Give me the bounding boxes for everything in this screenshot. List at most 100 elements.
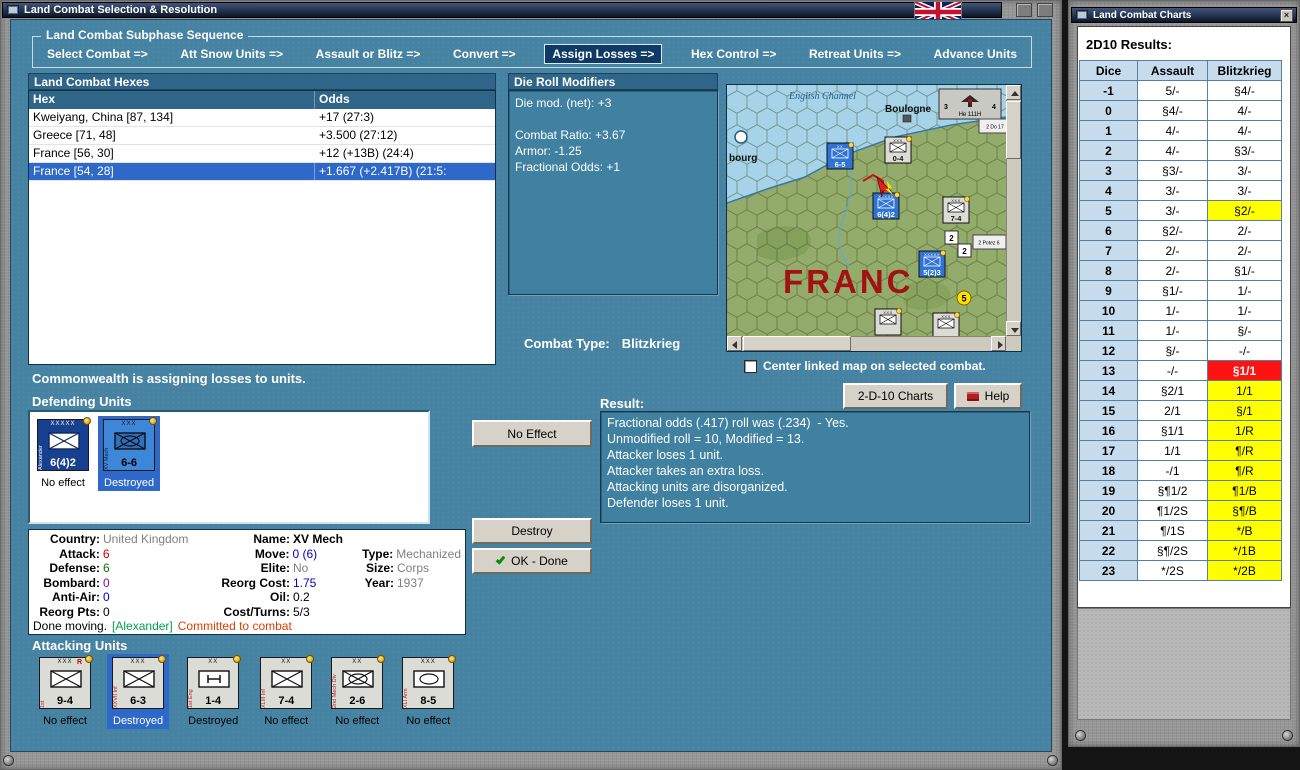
dice-cell: 2/- [1207, 220, 1282, 241]
charts-titlebar[interactable]: Land Combat Charts [1071, 7, 1297, 23]
dice-cell: 3/- [1207, 180, 1282, 201]
sequence-step[interactable]: Advance Units [930, 45, 1021, 63]
dice-cell: §2/1 [1137, 380, 1208, 401]
dice-cell: 2/1 [1137, 400, 1208, 421]
dice-cell: §1/1 [1137, 420, 1208, 441]
scroll-down-button[interactable] [1006, 321, 1021, 336]
dice-cell: 4/- [1207, 100, 1282, 121]
dice-cell: 2/- [1137, 240, 1208, 261]
dice-cell: */2B [1207, 560, 1282, 581]
unit-alexander[interactable]: XXXXX Alexander 6(4)2 No effect [34, 416, 92, 491]
dice-row: 6 §2/- 2/- [1079, 220, 1282, 241]
charts-close-button[interactable]: × [1280, 9, 1293, 22]
dice-cell: -/- [1137, 360, 1208, 381]
h-scroll-thumb[interactable] [743, 336, 851, 351]
inf-symbol-icon [123, 670, 155, 688]
sequence-steps: Select Combat => Att Snow Units => Assault… [33, 37, 1031, 67]
dice-row: 4 3/- 3/- [1079, 180, 1282, 201]
scrollbar-corner [1006, 336, 1021, 351]
dice-cell: 2/- [1207, 240, 1282, 261]
scroll-right-button[interactable] [991, 336, 1006, 351]
unit-xli-arm[interactable]: XXX XLI Arm 8-5 No effect [399, 654, 457, 729]
sequence-step[interactable]: Retreat Units => [805, 45, 905, 63]
frame-button-right[interactable] [1037, 3, 1053, 17]
svg-text:XXXXX: XXXXX [924, 252, 940, 257]
hex-table-row[interactable]: France [54, 28] +1.667 (+2.417B) (21:5: [29, 163, 495, 181]
detail-value: 0 [103, 590, 110, 604]
dice-cell: 3/- [1137, 180, 1208, 201]
detail-label: Cost/Turns: [223, 604, 290, 619]
detail-value: 5/3 [293, 604, 310, 619]
dice-cell: */B [1207, 520, 1282, 541]
dice-cell: 15 [1079, 400, 1138, 421]
unit-strength-value: 2-6 [349, 695, 366, 707]
modifier-line: Armor: -1.25 [515, 144, 582, 158]
scroll-up-button[interactable] [1006, 85, 1021, 100]
dice-cell: ¶1/B [1207, 480, 1282, 501]
destroy-button[interactable]: Destroy [472, 518, 592, 544]
sequence-step[interactable]: Hex Control => [687, 45, 780, 63]
detail-label: Country: [50, 532, 100, 546]
result-line: Attacking units are disorganized. [607, 480, 788, 494]
unit-xv-mech[interactable]: XXX XV Mech 6-6 Destroyed [98, 416, 161, 491]
2d10-charts-button[interactable]: 2-D-10 Charts [843, 383, 948, 409]
dice-row: 19 §¶1/2 ¶1/B [1079, 480, 1282, 501]
svg-text:0-4: 0-4 [893, 154, 905, 163]
bolt-decoration [1283, 731, 1292, 740]
map-vertical-scrollbar[interactable] [1006, 85, 1021, 336]
v-scroll-thumb[interactable] [1006, 101, 1021, 159]
unit-1st[interactable]: XXX 1st 9-4 R No effect [36, 654, 94, 729]
unit-counter: XXX XLI Arm 8-5 [402, 655, 457, 709]
unit-1st-eng[interactable]: XX 1st Eng 1-4 Destroyed [182, 654, 244, 729]
dice-row: 16 §1/1 1/R [1079, 420, 1282, 441]
dice-cell: 1/- [1207, 300, 1282, 321]
unit-xliii-inf[interactable]: XX XLIII Inf 7-4 No effect [257, 654, 315, 729]
unit-size-label: XX [208, 659, 219, 665]
dice-cell: 1/R [1207, 420, 1282, 441]
sequence-step[interactable]: Assign Losses => [544, 44, 663, 64]
frame-button-left[interactable] [1016, 3, 1032, 17]
unit-xxvii-inf[interactable]: XXX XXVII Inf 6-3 Destroyed [107, 654, 170, 729]
combat-type: Combat Type: Blitzkrieg [524, 336, 680, 351]
detail-value: Mechanized [396, 546, 461, 561]
bolt-decoration [1048, 756, 1057, 765]
sequence-step[interactable]: Assault or Blitz => [312, 45, 425, 63]
svg-text:3: 3 [944, 104, 948, 111]
dice-row: 23 */2S */2B [1079, 560, 1282, 581]
main-titlebar[interactable]: Land Combat Selection & Resolution [2, 2, 1002, 18]
hex-table-row[interactable]: Kweiyang, China [87, 134] +17 (27:3) [29, 109, 495, 127]
ok-done-button[interactable]: OK - Done [472, 548, 592, 574]
result-title: Result: [600, 396, 645, 411]
disorganized-marker-icon [149, 417, 158, 425]
dice-cell: 1/- [1137, 300, 1208, 321]
dice-row: 22 §¶/2S */1B [1079, 540, 1282, 561]
combat-hexes-table: Hex Odds Kweiyang, China [87, 134] +17 (2… [28, 90, 496, 365]
hex-table-row[interactable]: France [56, 30] +12 (+13B) (24:4) [29, 145, 495, 163]
combat-map[interactable]: English Channel Boulogne bourg FRANC XX 6-5 XX… [727, 85, 1006, 336]
attacking-units-list: XXX 1st 9-4 R No effect XXX XXVII Inf 6-3 Destro… [36, 654, 457, 729]
help-button[interactable]: Help [954, 383, 1022, 409]
sequence-step[interactable]: Att Snow Units => [176, 45, 287, 63]
scroll-left-button[interactable] [727, 336, 742, 351]
detail-value: 6 [103, 561, 110, 575]
center-map-checkbox[interactable] [744, 360, 757, 373]
unit-2nd-mech-div[interactable]: XX 2nd Mech Div 2-6 No effect [328, 654, 386, 729]
assign-losses-status: Commonwealth is assigning losses to unit… [32, 371, 306, 386]
dice-cell: -1 [1079, 80, 1138, 101]
no-effect-button[interactable]: No Effect [472, 420, 592, 447]
detail-label: Move: [254, 546, 290, 561]
unit-counter: XXX XV Mech 6-6 [103, 417, 158, 471]
detail-row: Country: United Kingdom Name: XV Mech [33, 532, 461, 547]
svg-text:FRANC: FRANC [783, 263, 913, 300]
attacking-units-title: Attacking Units [32, 638, 128, 653]
unit-strength-value: 6-3 [130, 695, 147, 707]
sequence-step[interactable]: Convert => [449, 45, 520, 63]
unit-loss-status: Destroyed [188, 715, 239, 727]
defending-units-title: Defending Units [32, 394, 132, 409]
odds-cell: +3.500 (27:12) [319, 128, 398, 142]
hex-table-row[interactable]: Greece [71, 48] +3.500 (27:12) [29, 127, 495, 145]
map-horizontal-scrollbar[interactable] [727, 336, 1006, 351]
sequence-step[interactable]: Select Combat => [43, 45, 152, 63]
dice-row: 20 ¶1/2S §¶/B [1079, 500, 1282, 521]
unit-loss-status: Destroyed [113, 715, 164, 727]
